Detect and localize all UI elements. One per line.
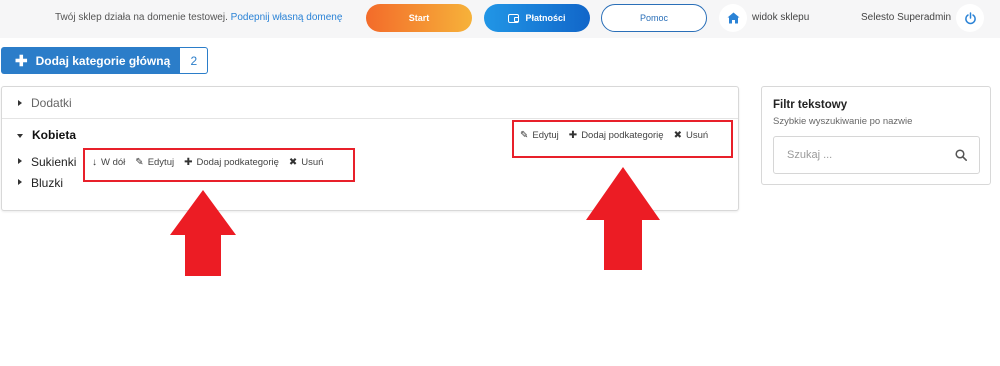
caret-right-icon[interactable] (18, 158, 22, 164)
payments-button-label: Płatności (525, 13, 566, 23)
wallet-icon (508, 13, 520, 23)
filter-title: Filtr tekstowy (773, 99, 848, 111)
caret-right-icon[interactable] (18, 100, 22, 106)
start-button[interactable]: Start (366, 4, 472, 32)
top-bar: Twój sklep działa na domenie testowej. P… (0, 0, 1000, 38)
text-filter-panel: Filtr tekstowy Szybkie wyszukiwanie po n… (761, 86, 991, 185)
category-label-sukienki[interactable]: Sukienki (31, 155, 76, 169)
up-arrow-annotation (170, 190, 236, 276)
start-button-label: Start (408, 13, 430, 23)
search-icon[interactable] (955, 149, 967, 161)
payments-button[interactable]: Płatności (484, 4, 590, 32)
add-main-category-label-wrap[interactable]: ✚ Dodaj kategorie główną (1, 47, 181, 74)
help-button-label: Pomoc (639, 13, 668, 23)
add-main-category-button[interactable]: ✚ Dodaj kategorie główną 2 (1, 47, 209, 74)
connect-domain-link[interactable]: Podepnij własną domenę (231, 12, 343, 23)
filter-subtitle: Szybkie wyszukiwanie po nazwie (773, 116, 913, 127)
category-label-dodatki[interactable]: Dodatki (31, 96, 72, 110)
power-icon (964, 11, 976, 24)
category-row-dodatki[interactable]: Dodatki (2, 87, 738, 119)
caret-right-icon[interactable] (18, 179, 22, 185)
user-name[interactable]: Selesto Superadmin (861, 12, 951, 23)
shop-view-link[interactable]: widok sklepu (752, 12, 809, 23)
help-button[interactable]: Pomoc (601, 4, 707, 32)
shop-view-button[interactable] (719, 4, 747, 32)
highlight-box (83, 148, 355, 182)
category-label-kobieta[interactable]: Kobieta (32, 128, 76, 142)
plus-icon: ✚ (15, 52, 28, 70)
up-arrow-annotation (586, 167, 660, 270)
category-count-badge: 2 (180, 47, 209, 74)
domain-notice-text: Twój sklep działa na domenie testowej. (55, 12, 228, 23)
category-label-bluzki[interactable]: Bluzki (31, 176, 63, 190)
search-input[interactable] (773, 136, 980, 174)
add-main-category-label: Dodaj kategorie główną (35, 53, 171, 68)
home-icon (727, 12, 739, 24)
caret-down-icon[interactable] (17, 134, 23, 138)
logout-button[interactable] (956, 4, 984, 32)
highlight-box (512, 120, 733, 158)
domain-notice: Twój sklep działa na domenie testowej. P… (55, 12, 342, 23)
